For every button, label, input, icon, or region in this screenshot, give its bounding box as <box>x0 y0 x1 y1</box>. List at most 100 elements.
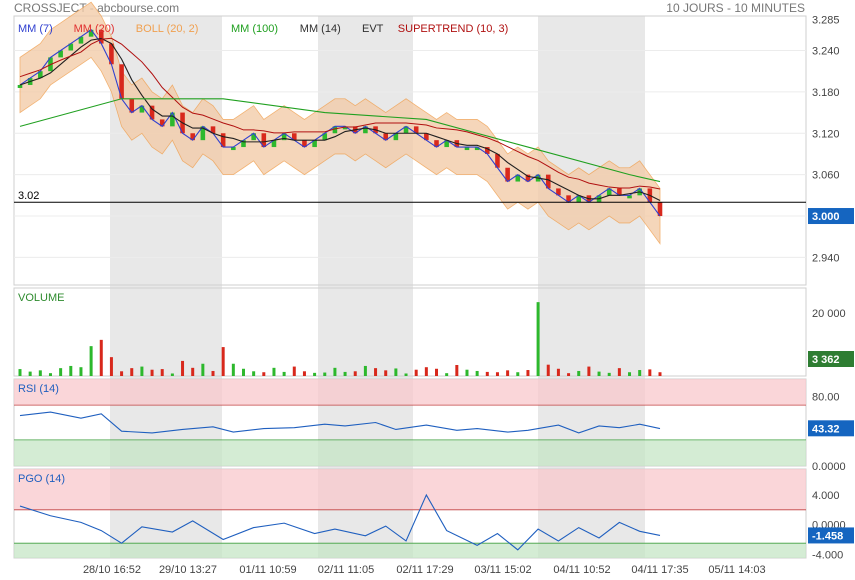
panel-label: VOLUME <box>18 292 64 304</box>
volume-bar <box>140 366 144 376</box>
candle <box>17 84 23 88</box>
volume-bar <box>485 371 489 376</box>
volume-bar <box>48 373 52 376</box>
volume-bar <box>577 370 581 376</box>
x-tick-label: 29/10 13:27 <box>159 564 217 576</box>
x-tick-label: 01/11 10:59 <box>239 564 296 576</box>
price-tick-label: 2.940 <box>812 252 840 264</box>
volume-bar <box>567 373 571 376</box>
volume-bar <box>120 371 124 376</box>
volume-bar <box>38 370 42 376</box>
volume-bar <box>191 367 195 376</box>
volume-bar <box>59 368 63 376</box>
x-tick-label: 28/10 16:52 <box>83 564 141 576</box>
volume-bar <box>465 369 469 376</box>
volume-bar <box>89 346 93 376</box>
volume-bar <box>211 370 215 376</box>
volume-bar <box>252 371 256 376</box>
volume-bar <box>170 373 174 376</box>
volume-bar <box>526 370 530 376</box>
volume-bar <box>221 347 225 376</box>
volume-bar <box>475 370 479 376</box>
volume-tick-label: 20 000 <box>812 308 846 320</box>
volume-bar <box>445 373 449 376</box>
volume-bar <box>282 371 286 376</box>
price-tick-label: 3.240 <box>812 45 840 57</box>
volume-bar <box>536 302 540 376</box>
volume-bar <box>435 368 439 376</box>
reference-label: 3.02 <box>18 190 39 202</box>
volume-bar <box>506 370 510 376</box>
volume-bar <box>556 368 560 376</box>
volume-bar <box>424 367 428 376</box>
legend-item: MM (20) <box>74 23 115 35</box>
x-tick-label: 03/11 15:02 <box>474 564 531 576</box>
volume-bar <box>638 370 642 376</box>
legend-item: EVT <box>362 23 384 35</box>
volume-bar <box>374 368 378 376</box>
overbought-zone <box>14 469 806 510</box>
volume-bar <box>262 372 266 376</box>
volume-bar <box>181 360 185 376</box>
last-price-tag: 3.000 <box>812 211 840 223</box>
last-pgo-tag: -1.458 <box>812 530 843 542</box>
volume-bar <box>18 369 22 376</box>
price-tick-label: 3.180 <box>812 87 840 99</box>
legend-item: MM (100) <box>231 23 278 35</box>
volume-bar <box>160 369 164 376</box>
volume-bar <box>495 372 499 376</box>
volume-bar <box>648 369 652 376</box>
volume-bar <box>384 370 388 376</box>
x-tick-label: 04/11 17:35 <box>631 564 688 576</box>
volume-bar <box>109 357 113 376</box>
price-tick-label: 3.060 <box>812 170 840 182</box>
pgo-tick-label: 4.000 <box>812 490 840 502</box>
volume-bar <box>617 368 621 376</box>
volume-bar <box>241 368 245 376</box>
rsi-tick-label: 0.0000 <box>812 461 846 473</box>
volume-bar <box>323 372 327 376</box>
legend-item: SUPERTREND (10, 3) <box>398 23 508 35</box>
last-rsi-tag: 43.32 <box>812 423 840 435</box>
volume-bar <box>404 373 408 376</box>
volume-bar <box>333 367 337 376</box>
volume-bar <box>414 369 418 376</box>
volume-bar <box>597 371 601 376</box>
last-volume-tag: 3 362 <box>812 354 840 366</box>
volume-bar <box>607 372 611 376</box>
oversold-zone <box>14 439 806 466</box>
rsi-tick-label: 80.00 <box>812 391 840 403</box>
volume-bar <box>79 367 83 376</box>
volume-bar <box>516 372 520 376</box>
volume-bar <box>28 371 32 376</box>
x-tick-label: 02/11 11:05 <box>318 564 374 576</box>
volume-bar <box>658 372 662 376</box>
volume-bar <box>587 366 591 376</box>
volume-bar <box>99 339 103 376</box>
volume-bar <box>302 371 306 376</box>
price-tick-label: 3.120 <box>812 128 840 140</box>
price-tick-label: 3.285 <box>812 14 840 26</box>
x-tick-label: 04/11 10:52 <box>553 564 610 576</box>
volume-bar <box>201 363 205 376</box>
stock-chart: 3.02 2.940 3.000 3.060 3.120 3.180 3.240 3.285 2… <box>13 1 854 576</box>
overbought-zone <box>14 379 806 406</box>
volume-bar <box>292 366 296 376</box>
volume-bar <box>455 365 459 376</box>
volume-bar <box>394 368 398 376</box>
panel-label: RSI (14) <box>18 383 59 395</box>
volume-bar <box>628 372 632 376</box>
legend-item: MM (14) <box>300 23 341 35</box>
legend-item: BOLL (20, 2) <box>136 23 199 35</box>
x-tick-label: 02/11 17:29 <box>396 564 453 576</box>
panel-label: PGO (14) <box>18 473 65 485</box>
volume-bar <box>231 363 235 376</box>
volume-bar <box>353 371 357 376</box>
volume-bar <box>69 365 73 376</box>
volume-bar <box>313 372 317 376</box>
volume-bar <box>343 371 347 376</box>
oversold-zone <box>14 543 806 558</box>
volume-bar <box>546 364 550 376</box>
legend-item: MM (7) <box>18 23 53 35</box>
pgo-tick-label: -4.000 <box>812 549 843 561</box>
